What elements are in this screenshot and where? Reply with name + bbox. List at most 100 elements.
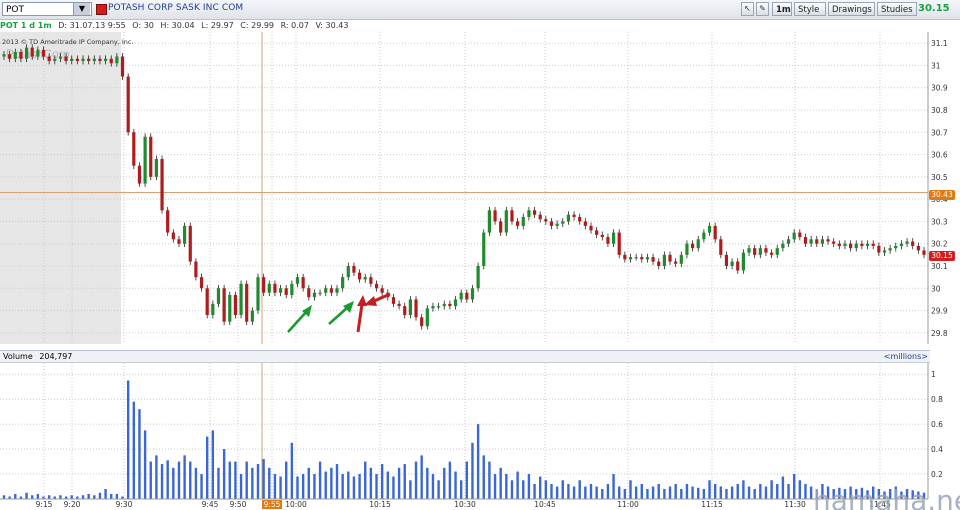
candle-body (374, 283, 379, 289)
candle-body (916, 245, 920, 251)
red-arrow-2 (364, 292, 391, 306)
volume-bar (787, 484, 790, 499)
candle-body (544, 219, 548, 222)
candle-body (284, 288, 288, 295)
volume-chart[interactable]: 1 0.8 0.6 0.4 0.2 9:15 9:20 9:30 9:45 9:50 9:55 10… (0, 363, 960, 510)
volume-bar (290, 442, 294, 499)
candle-body (657, 261, 661, 266)
candle-body (53, 58, 57, 61)
volume-tick-label: 0.6 (931, 420, 943, 429)
volume-bar (2, 495, 6, 499)
candle-body (160, 159, 164, 211)
price-tick-label: 29.9 (931, 307, 948, 316)
drawings-button[interactable]: Drawings (828, 2, 875, 16)
volume-bar (279, 476, 282, 499)
volume-bar (318, 461, 322, 499)
time-tick-label: 9:50 (230, 500, 247, 509)
candle-body (137, 165, 142, 184)
candle-body (820, 239, 825, 244)
candle-body (510, 210, 514, 222)
candle-body (403, 306, 407, 316)
volume-bar (358, 474, 361, 499)
candle-body (668, 254, 672, 262)
candle-body (324, 288, 328, 293)
candle-body (583, 221, 587, 226)
time-tick-label: 10:00 (285, 500, 307, 509)
candle-body (352, 266, 356, 273)
candle-body (267, 283, 271, 293)
last-price: 30.15 (918, 3, 950, 14)
candle-body (149, 136, 153, 177)
candle-body (24, 47, 29, 59)
volume-bar (364, 461, 367, 499)
volume-bar (623, 489, 627, 499)
chart-symbol-label: POT 1 d 1m (0, 21, 52, 30)
symbol-link-flag-icon[interactable] (96, 4, 107, 15)
candle-body (329, 288, 333, 293)
volume-bar (685, 484, 689, 499)
candle-body (578, 216, 582, 222)
volume-bar (510, 480, 514, 499)
volume-bar (742, 480, 745, 499)
price-tick-label: 31 (931, 61, 941, 70)
candle-body (58, 56, 63, 59)
candle-body (645, 257, 650, 260)
candle-body (504, 210, 508, 233)
volume-bar (420, 455, 423, 499)
candle-body (346, 266, 350, 278)
volume-bar (612, 474, 615, 499)
studies-button[interactable]: Studies (877, 2, 917, 16)
candle-body (764, 248, 768, 253)
candle-body (98, 58, 102, 61)
candle-body (707, 225, 712, 233)
volume-bar (544, 480, 548, 499)
pencil-tool-icon[interactable]: ✎ (756, 2, 769, 16)
style-button[interactable]: Style (794, 2, 826, 16)
candle-body (549, 221, 554, 226)
candle-body (87, 58, 91, 61)
candle-body (516, 221, 520, 226)
volume-bar (725, 489, 728, 499)
candle-body (476, 266, 480, 289)
volume-bar (14, 494, 17, 499)
volume-tick-label: 1 (931, 370, 936, 379)
price-tick-label: 31.1 (931, 39, 948, 48)
interval-button[interactable]: 1m (772, 2, 792, 16)
volume-bar (70, 495, 73, 499)
volume-bar (629, 480, 632, 499)
candle-body (397, 303, 401, 307)
price-chart[interactable]: 2013 © TD Ameritrade IP Company, Inc. Po… (0, 32, 960, 350)
volume-bar (301, 474, 305, 499)
symbol-dropdown-arrow-icon[interactable]: ▼ (73, 3, 90, 15)
candle-body (538, 214, 542, 220)
volume-bar (81, 495, 85, 499)
volume-bar (93, 495, 96, 499)
price-tick-label: 30.7 (931, 128, 948, 137)
candle-body (555, 223, 559, 226)
candle-body (363, 277, 367, 280)
candle-body (634, 257, 638, 259)
volume-bar (471, 442, 474, 499)
volume-bar (522, 480, 525, 499)
candle-body (623, 254, 627, 260)
premarket-shade (0, 32, 121, 344)
info-range: R: 0.07 (280, 21, 309, 30)
candle-body (561, 221, 565, 224)
volume-bar (25, 492, 28, 499)
candle-body (437, 306, 441, 308)
info-date: D: 31.07.13 9:55 (58, 21, 126, 30)
volume-bar (380, 464, 384, 499)
candle-body (662, 254, 666, 266)
volume-bar (595, 486, 598, 499)
volume-bar (668, 486, 672, 499)
volume-bar (488, 461, 491, 499)
site-watermark: hamaha.net (813, 484, 960, 510)
volume-bar (31, 495, 34, 499)
cursor-tool-icon[interactable]: ↖ (741, 2, 754, 16)
volume-value: 204,797 (39, 352, 73, 361)
volume-bar (606, 484, 610, 499)
volume-bar (194, 467, 198, 499)
volume-bar (476, 424, 480, 499)
volume-bar (792, 474, 796, 499)
candle-body (64, 56, 68, 61)
